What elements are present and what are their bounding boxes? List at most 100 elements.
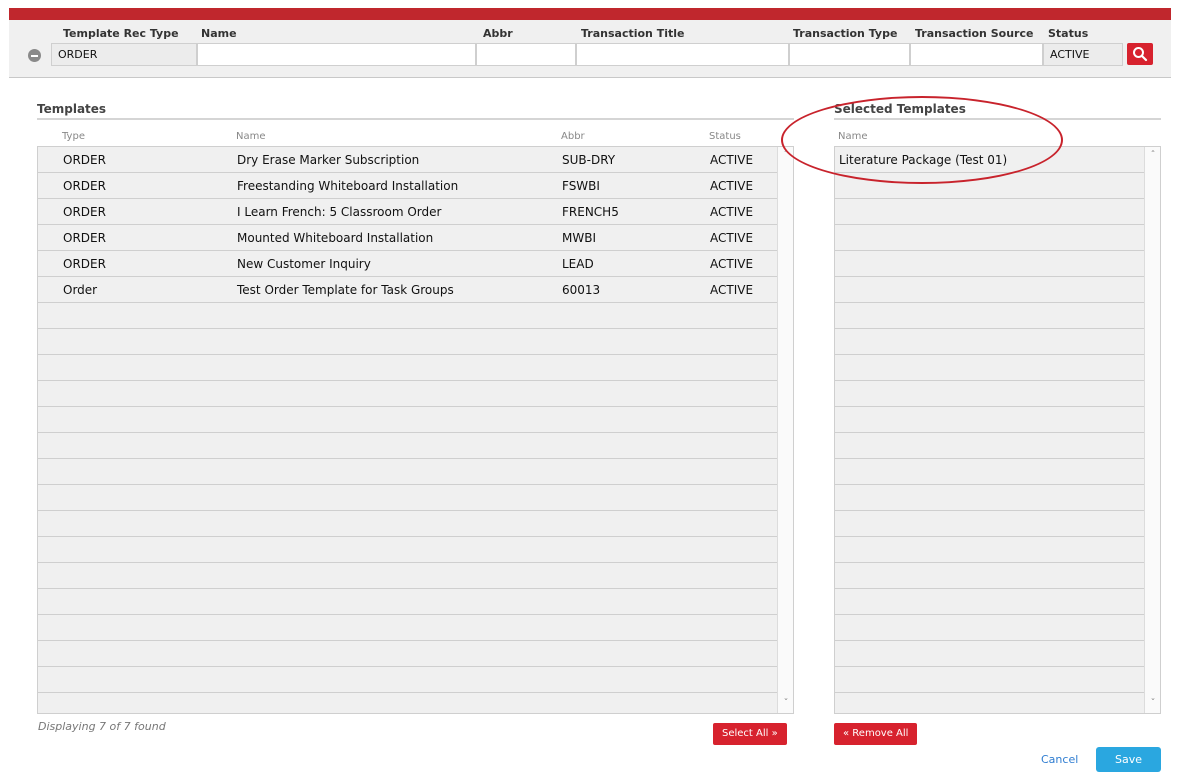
table-row xyxy=(38,693,779,713)
list-item xyxy=(835,563,1146,589)
templates-divider xyxy=(37,118,794,120)
list-item xyxy=(835,693,1146,713)
list-item xyxy=(835,537,1146,563)
list-item xyxy=(835,225,1146,251)
cell-abbr: FRENCH5 xyxy=(562,205,619,219)
name-field[interactable] xyxy=(197,43,476,66)
cell-status: ACTIVE xyxy=(710,257,754,271)
list-item xyxy=(835,303,1146,329)
table-row xyxy=(38,433,779,459)
list-item xyxy=(835,485,1146,511)
cell-abbr: 60013 xyxy=(562,283,601,297)
table-row xyxy=(38,303,779,329)
label-abbr: Abbr xyxy=(483,27,513,40)
label-transaction-title: Transaction Title xyxy=(581,27,685,40)
save-button[interactable]: Save xyxy=(1096,747,1161,772)
cell-status: ACTIVE xyxy=(710,283,754,297)
cell-type: ORDER xyxy=(63,153,106,167)
list-item xyxy=(835,433,1146,459)
table-row xyxy=(38,589,779,615)
list-item xyxy=(835,251,1146,277)
cell-name: Mounted Whiteboard Installation xyxy=(237,231,434,245)
table-row[interactable]: ORDER I Learn French: 5 Classroom Order FR… xyxy=(38,199,779,225)
cell-name: New Customer Inquiry xyxy=(237,257,371,271)
top-bar xyxy=(0,0,1187,22)
table-row[interactable]: Order Test Order Template for Task Groups… xyxy=(38,277,779,303)
table-row xyxy=(38,355,779,381)
cell-status: ACTIVE xyxy=(710,179,754,193)
results-count: Displaying 7 of 7 found xyxy=(38,720,166,733)
cell-abbr: FSWBI xyxy=(562,179,600,193)
scroll-down-icon[interactable]: ˇ xyxy=(781,699,791,709)
table-row xyxy=(38,667,779,693)
selected-scrollbar[interactable]: ˆ ˇ xyxy=(1144,147,1160,713)
table-row[interactable]: ORDER New Customer Inquiry LEAD ACTIVE xyxy=(38,251,779,277)
list-item xyxy=(835,511,1146,537)
label-status: Status xyxy=(1048,27,1089,40)
col-name[interactable]: Name xyxy=(236,131,266,142)
cell-status: ACTIVE xyxy=(710,231,754,245)
list-item xyxy=(835,615,1146,641)
col-abbr[interactable]: Abbr xyxy=(561,131,585,142)
table-row[interactable]: ORDER Freestanding Whiteboard Installatio… xyxy=(38,173,779,199)
templates-grid: ORDER Dry Erase Marker Subscription SUB-DR… xyxy=(37,146,794,714)
top-brand-stripe xyxy=(9,8,1171,20)
cell-type: ORDER xyxy=(63,179,106,193)
list-item xyxy=(835,667,1146,693)
templates-scrollbar[interactable]: ˆ ˇ xyxy=(777,147,793,713)
minus-circle-icon[interactable] xyxy=(28,49,41,62)
list-item xyxy=(835,199,1146,225)
transaction-source-field[interactable] xyxy=(910,43,1043,66)
table-row xyxy=(38,615,779,641)
col-status[interactable]: Status xyxy=(709,131,741,142)
cell-status: ACTIVE xyxy=(710,205,754,219)
list-item xyxy=(835,277,1146,303)
list-item xyxy=(835,407,1146,433)
selected-grid: Literature Package (Test 01) ˆ ˇ xyxy=(834,146,1161,714)
remove-all-button[interactable]: « Remove All xyxy=(834,723,918,745)
cell-name: Freestanding Whiteboard Installation xyxy=(237,179,459,193)
cell-abbr: LEAD xyxy=(562,257,594,271)
cell-type: ORDER xyxy=(63,231,106,245)
table-row xyxy=(38,407,779,433)
table-row xyxy=(38,641,779,667)
list-item xyxy=(835,355,1146,381)
list-item xyxy=(835,641,1146,667)
cell-abbr: SUB-DRY xyxy=(562,153,616,167)
search-button[interactable] xyxy=(1127,43,1153,65)
table-row xyxy=(38,459,779,485)
cell-name: I Learn French: 5 Classroom Order xyxy=(237,205,442,219)
list-item xyxy=(835,589,1146,615)
cell-type: Order xyxy=(63,283,98,297)
scroll-up-icon[interactable]: ˆ xyxy=(1148,151,1158,161)
table-row[interactable]: ORDER Mounted Whiteboard Installation MWBI… xyxy=(38,225,779,251)
table-row xyxy=(38,329,779,355)
table-row xyxy=(38,537,779,563)
transaction-title-field[interactable] xyxy=(576,43,789,66)
scroll-down-icon[interactable]: ˇ xyxy=(1148,699,1158,709)
col-type[interactable]: Type xyxy=(62,131,85,142)
cell-type: ORDER xyxy=(63,257,106,271)
label-template-rec-type: Template Rec Type xyxy=(63,27,179,40)
label-transaction-source: Transaction Source xyxy=(915,27,1034,40)
cell-type: ORDER xyxy=(63,205,106,219)
label-transaction-type: Transaction Type xyxy=(793,27,898,40)
table-row xyxy=(38,511,779,537)
cancel-link[interactable]: Cancel xyxy=(1041,753,1078,766)
select-all-button[interactable]: Select All » xyxy=(713,723,787,745)
cell-name: Test Order Template for Task Groups xyxy=(237,283,454,297)
table-row[interactable]: ORDER Dry Erase Marker Subscription SUB-DR… xyxy=(38,147,779,173)
table-row xyxy=(38,563,779,589)
templates-heading: Templates xyxy=(37,102,107,116)
template-rec-type-field[interactable]: ORDER xyxy=(51,43,197,66)
list-item xyxy=(835,329,1146,355)
list-item xyxy=(835,381,1146,407)
search-icon xyxy=(1133,47,1148,62)
cell-status: ACTIVE xyxy=(710,153,754,167)
list-item xyxy=(835,459,1146,485)
label-name: Name xyxy=(201,27,237,40)
cell-name: Dry Erase Marker Subscription xyxy=(237,153,420,167)
abbr-field[interactable] xyxy=(476,43,576,66)
transaction-type-field[interactable] xyxy=(789,43,910,66)
status-field[interactable]: ACTIVE xyxy=(1043,43,1123,66)
